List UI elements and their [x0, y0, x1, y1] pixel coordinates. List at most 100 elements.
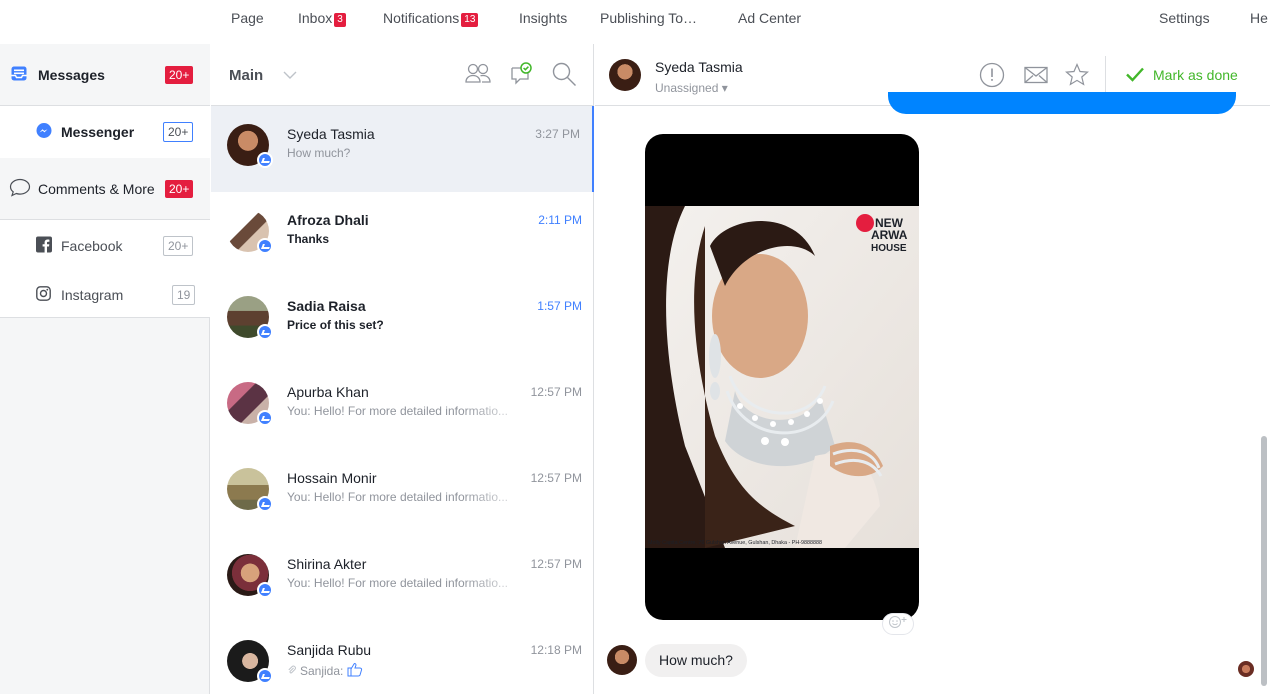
conversation-list-header: Main [211, 44, 594, 106]
nav-notifications[interactable]: Notifications 13 [383, 10, 479, 27]
incoming-message-bubble: How much? [645, 644, 747, 677]
conversation-thread[interactable]: Afroza Dhali Thanks 2:11 PM [211, 192, 594, 278]
thread-snippet: You: Hello! For more detailed informatio… [287, 490, 508, 504]
sent-message-bubble [888, 92, 1236, 114]
thread-time: 12:57 PM [530, 385, 582, 399]
notifications-badge: 13 [461, 13, 479, 27]
conversation-thread[interactable]: Sadia Raisa Price of this set? 1:57 PM [211, 278, 594, 364]
assignment-label: Unassigned [655, 81, 719, 95]
messenger-badge-icon [257, 152, 273, 168]
instagram-icon [36, 285, 51, 304]
assignment-dropdown[interactable]: Unassigned ▾ [655, 81, 728, 95]
nav-help[interactable]: He [1250, 10, 1268, 26]
nav-ad-center[interactable]: Ad Center [738, 10, 801, 26]
thread-time: 3:27 PM [535, 127, 580, 141]
nav-insights[interactable]: Insights [519, 10, 567, 26]
thread-snippet: You: Hello! For more detailed informatio… [287, 576, 508, 590]
sidebar-item-label: Instagram [61, 286, 124, 303]
conversation-thread[interactable]: Sanjida Rubu Sanjida: 12:18 PM [211, 622, 594, 694]
search-icon[interactable] [551, 61, 577, 92]
conversation-thread[interactable]: Apurba Khan You: Hello! For more detaile… [211, 364, 594, 450]
thread-snippet: Thanks [287, 232, 330, 246]
chevron-down-icon[interactable] [281, 66, 299, 89]
messenger-badge-icon [257, 324, 273, 340]
instagram-count-badge: 19 [172, 284, 196, 305]
photo-logo-line3: HOUSE [871, 243, 907, 254]
nav-page[interactable]: Page [231, 10, 264, 26]
messenger-badge-icon [257, 582, 273, 598]
sidebar-item-label: Comments & More [38, 180, 155, 197]
facebook-count-badge: 20+ [163, 236, 194, 256]
paperclip-icon [287, 664, 296, 678]
conversation-thread[interactable]: Hossain Monir You: Hello! For more detai… [211, 450, 594, 536]
inbox-sidebar: Messages 20+ Messenger 20+ Comments & Mo… [0, 44, 210, 694]
nav-publishing-tools[interactable]: Publishing To… [600, 10, 697, 26]
nav-inbox[interactable]: Inbox 3 [298, 10, 346, 27]
thread-name: Sadia Raisa [287, 298, 366, 314]
chat-scrollbar[interactable] [1261, 436, 1267, 686]
contact-name[interactable]: Syeda Tasmia [655, 59, 743, 75]
sidebar-item-label: Facebook [61, 238, 123, 254]
facebook-icon [36, 236, 52, 256]
thread-time: 1:57 PM [537, 299, 582, 313]
top-navigation: Page Inbox 3 Notifications 13 Insights Pub… [0, 0, 1270, 40]
thread-name: Afroza Dhali [287, 212, 369, 228]
messages-count-badge: 20+ [165, 65, 194, 84]
spam-alert-icon[interactable] [979, 62, 1005, 93]
sidebar-item-messenger[interactable]: Messenger 20+ [0, 106, 210, 158]
thread-time: 2:11 PM [538, 213, 582, 227]
sidebar-item-instagram[interactable]: Instagram 19 [0, 272, 210, 318]
thread-name: Hossain Monir [287, 470, 377, 486]
thread-name: Sanjida Rubu [287, 642, 372, 658]
thread-time: 12:18 PM [530, 643, 582, 657]
star-icon[interactable] [1064, 62, 1090, 93]
avatar[interactable] [609, 59, 641, 91]
comment-bubble-icon [9, 177, 31, 200]
thread-snippet-row: Sanjida: [287, 662, 537, 680]
people-icon[interactable] [464, 61, 492, 92]
caret-down-icon: ▾ [721, 81, 728, 95]
message-check-icon[interactable] [508, 61, 534, 92]
inbox-badge: 3 [334, 13, 346, 27]
image-attachment[interactable]: NEW ARWA HOUSE Molly Capita Centre, 76 G… [645, 134, 919, 620]
sidebar-item-comments[interactable]: Comments & More 20+ [0, 158, 210, 220]
comments-count-badge: 20+ [165, 179, 194, 198]
nav-settings[interactable]: Settings [1159, 10, 1210, 26]
sidebar-item-label: Messenger [61, 124, 135, 140]
avatar [607, 645, 637, 675]
checkmark-icon [1125, 65, 1145, 86]
messenger-icon [36, 123, 52, 142]
nav-notifications-label: Notifications [383, 10, 460, 26]
seen-avatar [1238, 661, 1254, 677]
thread-time: 12:57 PM [530, 557, 582, 571]
photo-logo-line2: ARWA [871, 228, 908, 242]
messenger-badge-icon [257, 496, 273, 512]
thread-name: Shirina Akter [287, 556, 367, 572]
thread-time: 12:57 PM [530, 471, 582, 485]
messenger-count-badge: 20+ [163, 122, 194, 142]
chat-panel: Syeda Tasmia Unassigned ▾ Mark as done N… [595, 44, 1270, 694]
add-reaction-button[interactable] [882, 613, 914, 635]
conversation-thread[interactable]: Shirina Akter You: Hello! For more detai… [211, 536, 594, 622]
mark-as-done-button[interactable]: Mark as done [1125, 64, 1238, 86]
thread-name: Apurba Khan [287, 384, 369, 400]
header-divider [1105, 56, 1106, 94]
sidebar-item-label: Messages [38, 66, 105, 83]
envelope-icon[interactable] [1023, 62, 1049, 93]
inbox-tray-icon [10, 64, 28, 85]
messenger-badge-icon [257, 238, 273, 254]
thread-snippet: Sanjida: [300, 664, 344, 678]
mark-as-done-label: Mark as done [1153, 67, 1238, 83]
conversation-thread[interactable]: Syeda Tasmia How much? 3:27 PM [211, 106, 594, 192]
messenger-badge-icon [257, 668, 273, 684]
thread-snippet: Price of this set? [287, 318, 384, 332]
smiley-plus-icon [887, 615, 909, 634]
folder-title[interactable]: Main [229, 67, 263, 84]
thread-name: Syeda Tasmia [287, 126, 375, 142]
photo-address: Molly Capita Centre, 76 Gulshan Avenue, … [648, 540, 822, 546]
sidebar-item-facebook[interactable]: Facebook 20+ [0, 220, 210, 272]
thread-snippet: You: Hello! For more detailed informatio… [287, 404, 508, 418]
jewelry-photo: NEW ARWA HOUSE Molly Capita Centre, 76 G… [645, 206, 919, 548]
sidebar-item-messages[interactable]: Messages 20+ [0, 44, 210, 106]
nav-inbox-label: Inbox [298, 10, 333, 26]
